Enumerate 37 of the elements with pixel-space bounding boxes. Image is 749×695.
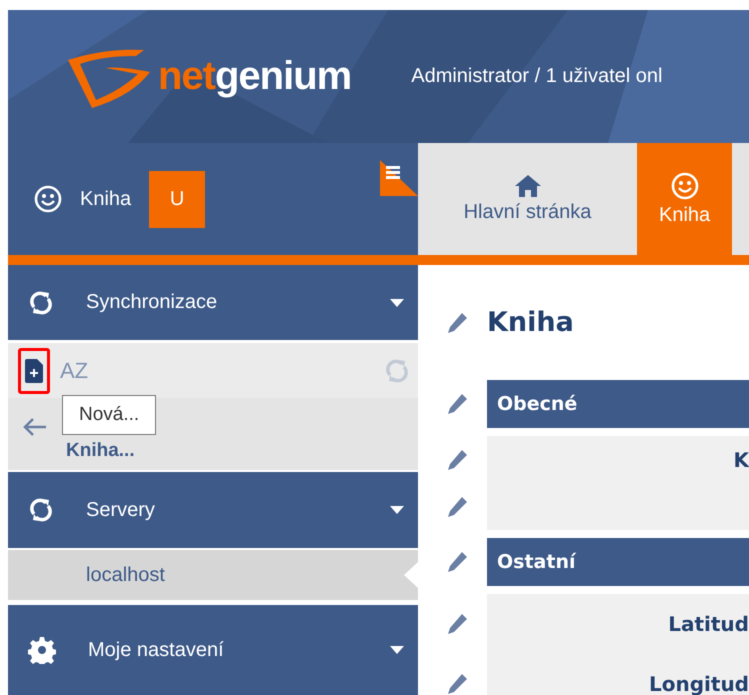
caret-icon[interactable] [390, 298, 404, 306]
smiley-icon [34, 185, 62, 213]
sidebar-item[interactable]: localhost [8, 550, 418, 600]
user-badge[interactable]: U [149, 170, 206, 228]
pencil-icon[interactable] [446, 312, 468, 334]
field-label: Longitud [648, 672, 749, 695]
back-arrow-icon[interactable] [22, 416, 48, 438]
pencil-icon[interactable] [446, 613, 468, 635]
pencil-icon[interactable] [446, 393, 468, 415]
user-info: Administrator / 1 uživatel onl [411, 65, 662, 88]
pencil-icon[interactable] [446, 496, 468, 518]
tooltip: Nová... [62, 395, 156, 435]
gear-icon [28, 636, 56, 664]
refresh-icon [384, 356, 410, 384]
sync-icon [28, 288, 54, 316]
section-header[interactable]: Servery [8, 472, 418, 548]
section-header[interactable]: Synchronizace [8, 265, 418, 340]
file-plus-icon [25, 358, 43, 382]
home-icon [514, 174, 540, 196]
page-title: Kniha [487, 307, 574, 338]
logo-text: netgenium [158, 54, 352, 99]
section-bar: Ostatní [487, 538, 749, 586]
smiley-icon [670, 172, 699, 200]
back-link[interactable]: Kniha... [66, 440, 135, 462]
pencil-icon[interactable] [446, 551, 468, 573]
caret-icon[interactable] [390, 646, 404, 654]
pencil-icon[interactable] [446, 448, 468, 470]
field-label: Latitud [667, 612, 749, 636]
app-title: Kniha [80, 188, 132, 210]
section-bar: Obecné [487, 380, 749, 428]
list-corner-icon[interactable] [380, 160, 418, 196]
sync-icon [28, 496, 54, 524]
tab[interactable]: Kniha [637, 143, 732, 255]
new-record-button[interactable] [18, 348, 50, 394]
caret-icon[interactable] [390, 506, 404, 514]
pencil-icon[interactable] [446, 673, 468, 695]
section-header[interactable]: Moje nastavení [8, 605, 418, 695]
